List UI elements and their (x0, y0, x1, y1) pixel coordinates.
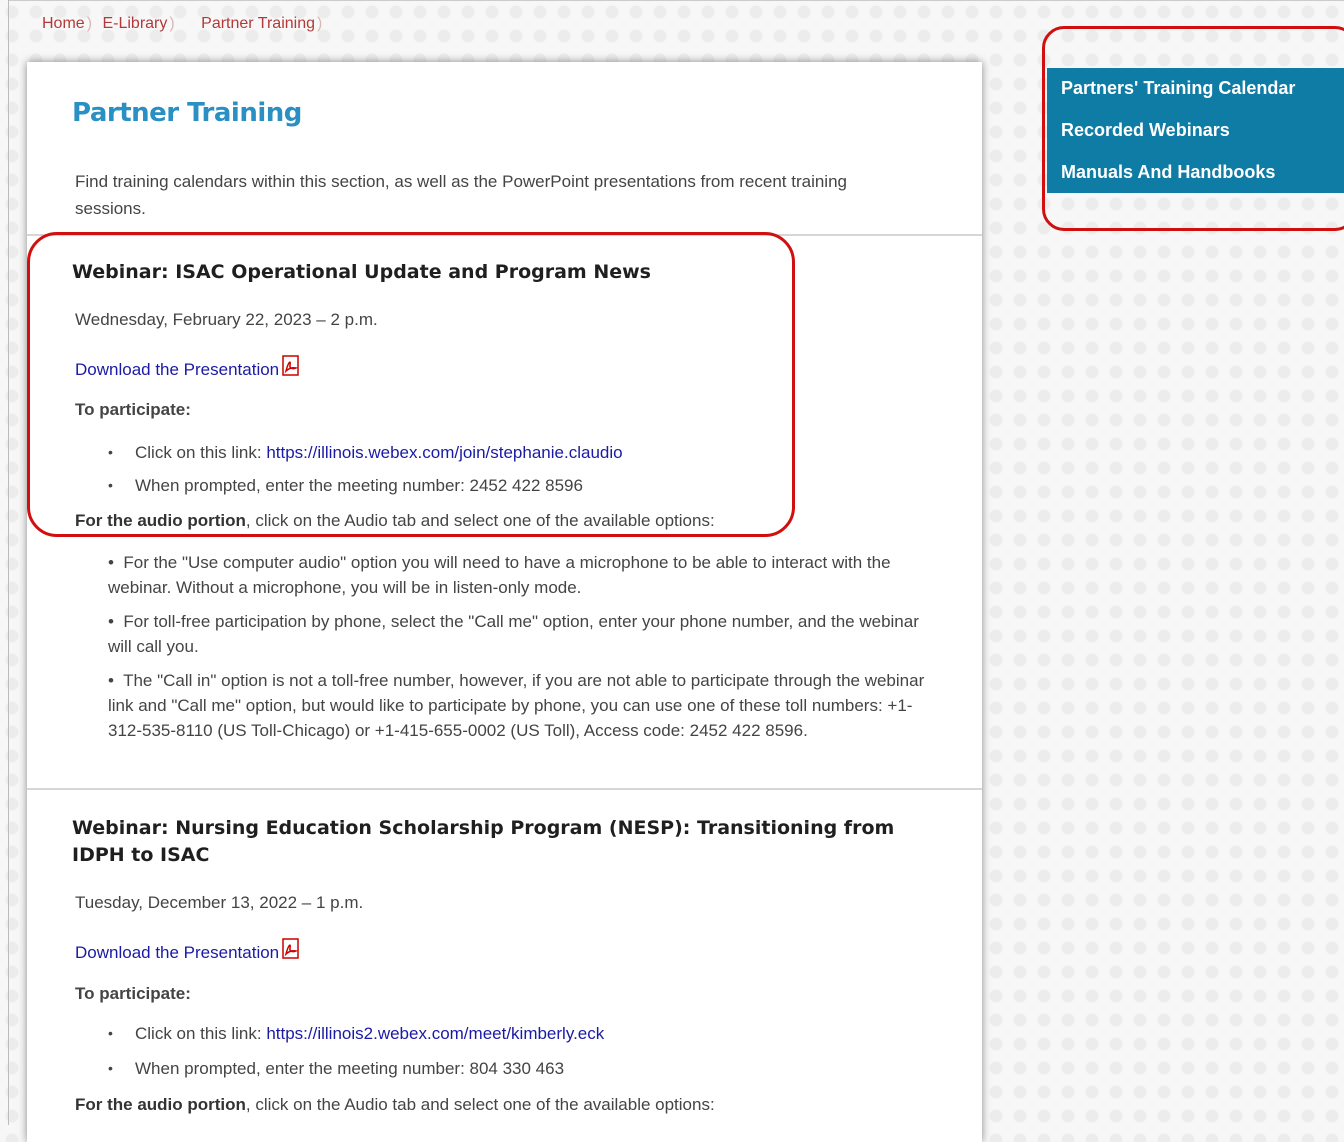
audio-bold: For the audio portion (75, 1095, 246, 1114)
breadcrumb-separator: ) (169, 15, 175, 32)
window-left-border (8, 0, 9, 1125)
window-top-border (8, 0, 1344, 1)
list-item: When prompted, enter the meeting number:… (108, 1059, 564, 1079)
audio-option: • For the "Use computer audio" option yo… (108, 553, 891, 597)
audio-instructions: For the audio portion, click on the Audi… (75, 1095, 715, 1115)
webinar-title: Webinar: Nursing Education Scholarship P… (72, 817, 895, 866)
audio-option: • For toll-free participation by phone, … (108, 612, 919, 656)
breadcrumb-home[interactable]: Home (42, 15, 85, 33)
divider (27, 788, 982, 790)
webex-link[interactable]: https://illinois2.webex.com/meet/kimberl… (266, 1024, 604, 1043)
audio-rest: , click on the Audio tab and select one … (245, 1095, 715, 1114)
breadcrumb-separator: ) (86, 15, 93, 32)
breadcrumb-partner-training[interactable]: Partner Training (201, 15, 315, 33)
list-item: Click on this link: https://illinois2.we… (108, 1024, 604, 1044)
breadcrumb-separator: ) (317, 15, 323, 32)
highlight-annotation (1042, 26, 1344, 231)
breadcrumb-e-library[interactable]: E-Library (102, 15, 167, 33)
download-presentation-link[interactable]: Download the Presentation (75, 938, 302, 965)
main-content: Partner Training Find training calendars… (27, 62, 982, 1142)
intro-text: Find training calendars within this sect… (75, 172, 847, 218)
highlight-annotation (27, 232, 795, 537)
to-participate-label: To participate: (75, 984, 191, 1003)
breadcrumb: Home) E-Library) Partner Training) (42, 15, 328, 33)
audio-option: • The "Call in" option is not a toll-fre… (108, 671, 925, 740)
download-label: Download the Presentation (75, 943, 280, 962)
webinar-date: Tuesday, December 13, 2022 – 1 p.m. (75, 893, 364, 912)
page-title: Partner Training (72, 98, 302, 128)
pdf-icon (280, 938, 302, 965)
link-prefix: Click on this link: (135, 1024, 267, 1043)
